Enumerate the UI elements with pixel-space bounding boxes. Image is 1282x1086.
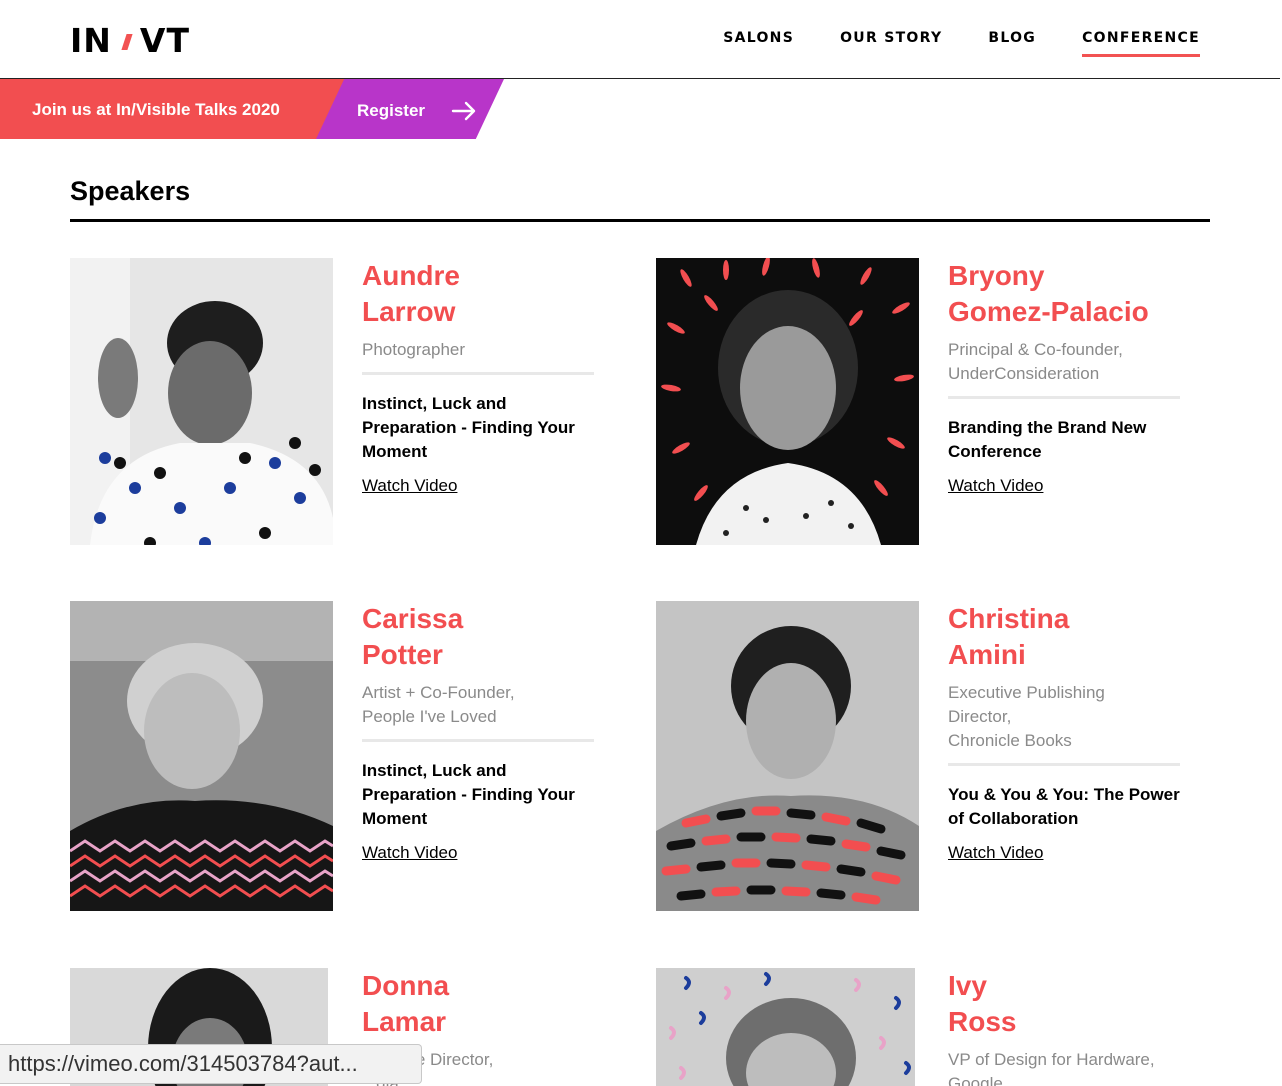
speaker-info: Aundre Larrow Photographer Instinct, Luc… bbox=[362, 258, 594, 496]
register-button[interactable]: Register bbox=[357, 101, 477, 121]
speaker-photo[interactable] bbox=[656, 601, 919, 911]
register-label: Register bbox=[357, 101, 426, 120]
talk-title: Instinct, Luck and Preparation - Finding… bbox=[362, 394, 575, 461]
nav-conference[interactable]: CONFERENCE bbox=[1082, 30, 1200, 57]
speaker-name[interactable]: Ivy Ross bbox=[948, 968, 1180, 1040]
logo-right: VT bbox=[139, 21, 190, 60]
section-divider bbox=[70, 219, 1210, 222]
speaker-photo[interactable] bbox=[656, 258, 919, 545]
speaker-name[interactable]: Christina Amini bbox=[948, 601, 1180, 673]
speaker-portrait-image bbox=[656, 258, 919, 545]
nav-our-story[interactable]: OUR STORY bbox=[840, 30, 942, 57]
arrow-right-icon bbox=[451, 101, 476, 121]
watch-video-link[interactable]: Watch Video bbox=[362, 843, 457, 863]
nav-salons[interactable]: SALONS bbox=[723, 30, 794, 57]
speaker-photo[interactable] bbox=[656, 968, 915, 1086]
site-logo[interactable]: IN VT bbox=[70, 24, 190, 58]
speaker-role: Artist + Co-Founder, People I've Loved bbox=[362, 681, 594, 742]
watch-video-link[interactable]: Watch Video bbox=[948, 476, 1043, 496]
speaker-info: Ivy Ross VP of Design for Hardware, Goog… bbox=[948, 968, 1180, 1086]
watch-video-link[interactable]: Watch Video bbox=[362, 476, 457, 496]
speaker-info: Christina Amini Executive Publishing Dir… bbox=[948, 601, 1180, 863]
logo-left: IN bbox=[70, 21, 112, 60]
speaker-portrait-image bbox=[70, 601, 333, 911]
site-header: IN VT SALONS OUR STORY BLOG CONFERENCE bbox=[0, 0, 1280, 79]
event-banner: Join us at In/Visible Talks 2020 Registe… bbox=[0, 79, 510, 139]
talk-title: You & You & You: The Power of Collaborat… bbox=[948, 785, 1180, 828]
speaker-portrait-image bbox=[70, 258, 333, 545]
banner-text: Join us at In/Visible Talks 2020 bbox=[32, 100, 280, 119]
section-title: Speakers bbox=[70, 176, 191, 206]
watch-video-link[interactable]: Watch Video bbox=[948, 843, 1043, 863]
speaker-name[interactable]: Carissa Potter bbox=[362, 601, 594, 673]
speaker-info: Bryony Gomez-Palacio Principal & Co-foun… bbox=[948, 258, 1180, 496]
talk-title: Instinct, Luck and Preparation - Finding… bbox=[362, 761, 575, 828]
speaker-role: VP of Design for Hardware, Google bbox=[948, 1050, 1155, 1086]
logo-slash-mark bbox=[121, 34, 133, 50]
main-nav: SALONS OUR STORY BLOG CONFERENCE bbox=[723, 30, 1200, 57]
nav-blog[interactable]: BLOG bbox=[988, 30, 1036, 57]
speaker-photo[interactable] bbox=[70, 258, 333, 545]
speaker-portrait-image bbox=[656, 601, 919, 911]
speaker-info: Carissa Potter Artist + Co-Founder, Peop… bbox=[362, 601, 594, 863]
talk-title: Branding the Brand New Conference bbox=[948, 418, 1147, 461]
speaker-role: Principal & Co-founder, UnderConsiderati… bbox=[948, 338, 1180, 399]
speaker-role: Executive Publishing Director, Chronicle… bbox=[948, 681, 1180, 766]
speaker-role: Photographer bbox=[362, 338, 594, 375]
status-bar-url: https://vimeo.com/314503784?aut... bbox=[0, 1044, 422, 1084]
speaker-name[interactable]: Aundre Larrow bbox=[362, 258, 594, 330]
speaker-name[interactable]: Bryony Gomez-Palacio bbox=[948, 258, 1180, 330]
speaker-name[interactable]: Donna Lamar bbox=[362, 968, 594, 1040]
speaker-photo[interactable] bbox=[70, 601, 333, 911]
speaker-portrait-image bbox=[656, 968, 915, 1086]
